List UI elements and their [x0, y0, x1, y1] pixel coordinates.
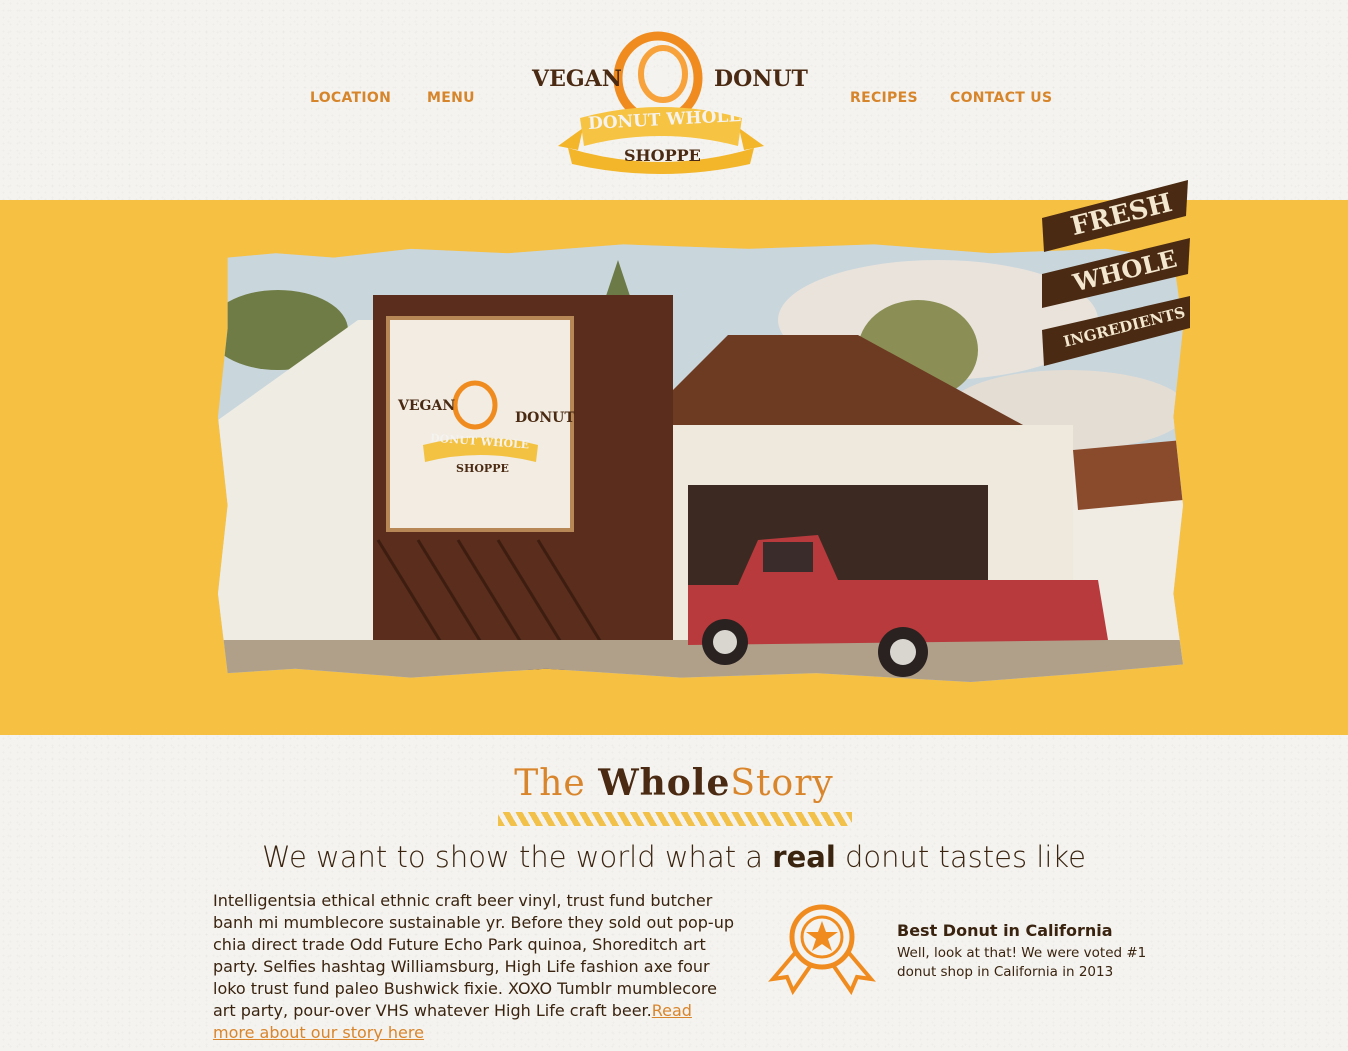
- storefront-photo: VEGAN DONUT DONUT WHOLE SHOPPE: [218, 244, 1183, 682]
- fresh-whole-ingredients-ribbons: FRESH WHOLE INGREDIENTS: [1040, 178, 1192, 368]
- site-logo[interactable]: VEGAN DONUT DONUT WHOLE SHOPPE: [528, 26, 808, 174]
- nav-contact-us[interactable]: CONTACT US: [950, 90, 1052, 106]
- tagline-bold: real: [772, 840, 836, 874]
- photo-sign-shoppe: SHOPPE: [456, 462, 509, 475]
- nav-location[interactable]: LOCATION: [310, 90, 391, 106]
- nav-menu[interactable]: MENU: [427, 90, 475, 106]
- photo-sign-vegan: VEGAN: [398, 398, 456, 414]
- award-title: Best Donut in California: [897, 921, 1113, 940]
- tagline-end: donut tastes like: [835, 840, 1087, 874]
- story-heading-story: Story: [730, 763, 834, 804]
- story-tagline: We want to show the world what a real do…: [0, 840, 1348, 874]
- award-text: Well, look at that! We were voted #1 don…: [897, 945, 1147, 980]
- nav-recipes[interactable]: RECIPES: [850, 90, 918, 106]
- story-heading-the: The: [514, 763, 599, 804]
- site-header: LOCATION MENU VEGAN DONUT DONUT WHOLE SH…: [0, 0, 1348, 200]
- logo-donut-text: DONUT: [714, 66, 808, 92]
- logo-vegan-text: VEGAN: [532, 66, 622, 92]
- story-body: Intelligentsia ethical ethnic craft beer…: [213, 890, 738, 1044]
- story-heading-whole: Whole: [598, 762, 731, 804]
- heading-hatch-divider: [498, 812, 852, 826]
- tagline-start: We want to show the world what a: [261, 840, 773, 874]
- story-heading: The WholeStory: [0, 762, 1348, 804]
- logo-shoppe-text: SHOPPE: [624, 146, 701, 165]
- photo-sign-donut: DONUT: [515, 410, 575, 426]
- award-ribbon-icon: [765, 903, 879, 999]
